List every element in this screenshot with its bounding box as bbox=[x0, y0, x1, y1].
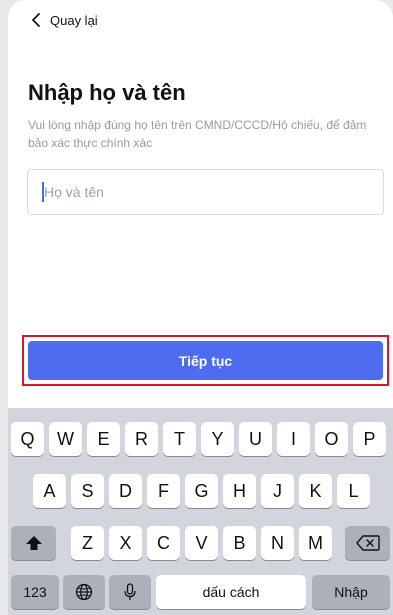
phone-screen: Quay lại Nhập họ và tên Vui lòng nhập đú… bbox=[8, 0, 393, 615]
key-f[interactable]: F bbox=[147, 474, 180, 508]
space-key[interactable]: dấu cách bbox=[156, 575, 306, 609]
chevron-left-icon bbox=[32, 13, 40, 27]
backspace-key[interactable] bbox=[345, 526, 390, 560]
key-o[interactable]: O bbox=[315, 422, 348, 456]
key-q[interactable]: Q bbox=[11, 422, 44, 456]
shift-icon bbox=[25, 536, 42, 550]
key-d[interactable]: D bbox=[109, 474, 142, 508]
page-subtitle: Vui lòng nhập đúng họ tên trên CMND/CCCD… bbox=[28, 118, 367, 150]
continue-button[interactable]: Tiếp tục bbox=[28, 341, 383, 380]
globe-key[interactable] bbox=[63, 575, 105, 609]
key-w[interactable]: W bbox=[49, 422, 82, 456]
return-key[interactable]: Nhập bbox=[312, 575, 390, 609]
key-r[interactable]: R bbox=[125, 422, 158, 456]
microphone-key[interactable] bbox=[109, 575, 151, 609]
key-x[interactable]: X bbox=[109, 526, 142, 560]
key-s[interactable]: S bbox=[71, 474, 104, 508]
key-b[interactable]: B bbox=[223, 526, 256, 560]
microphone-icon bbox=[124, 583, 136, 600]
key-u[interactable]: U bbox=[239, 422, 272, 456]
key-c[interactable]: C bbox=[147, 526, 180, 560]
key-h[interactable]: H bbox=[223, 474, 256, 508]
globe-icon bbox=[75, 583, 93, 601]
key-p[interactable]: P bbox=[353, 422, 386, 456]
key-t[interactable]: T bbox=[163, 422, 196, 456]
key-m[interactable]: M bbox=[299, 526, 332, 560]
continue-button-highlight: Tiếp tục bbox=[22, 335, 389, 386]
full-name-input[interactable] bbox=[27, 169, 384, 215]
key-v[interactable]: V bbox=[185, 526, 218, 560]
key-g[interactable]: G bbox=[185, 474, 218, 508]
key-l[interactable]: L bbox=[337, 474, 370, 508]
key-i[interactable]: I bbox=[277, 422, 310, 456]
key-k[interactable]: K bbox=[299, 474, 332, 508]
back-label: Quay lại bbox=[50, 12, 98, 28]
key-e[interactable]: E bbox=[87, 422, 120, 456]
key-a[interactable]: A bbox=[33, 474, 66, 508]
backspace-icon bbox=[355, 535, 380, 551]
key-y[interactable]: Y bbox=[201, 422, 234, 456]
numbers-key[interactable]: 123 bbox=[11, 575, 59, 609]
key-n[interactable]: N bbox=[261, 526, 294, 560]
key-z[interactable]: Z bbox=[71, 526, 104, 560]
back-button[interactable]: Quay lại bbox=[30, 10, 98, 30]
text-caret bbox=[42, 182, 44, 202]
key-j[interactable]: J bbox=[261, 474, 294, 508]
on-screen-keyboard: Q W E R T Y U I O P A S D F G H J K L Z … bbox=[8, 408, 393, 615]
shift-key[interactable] bbox=[11, 526, 56, 560]
page-title: Nhập họ và tên bbox=[28, 80, 186, 105]
